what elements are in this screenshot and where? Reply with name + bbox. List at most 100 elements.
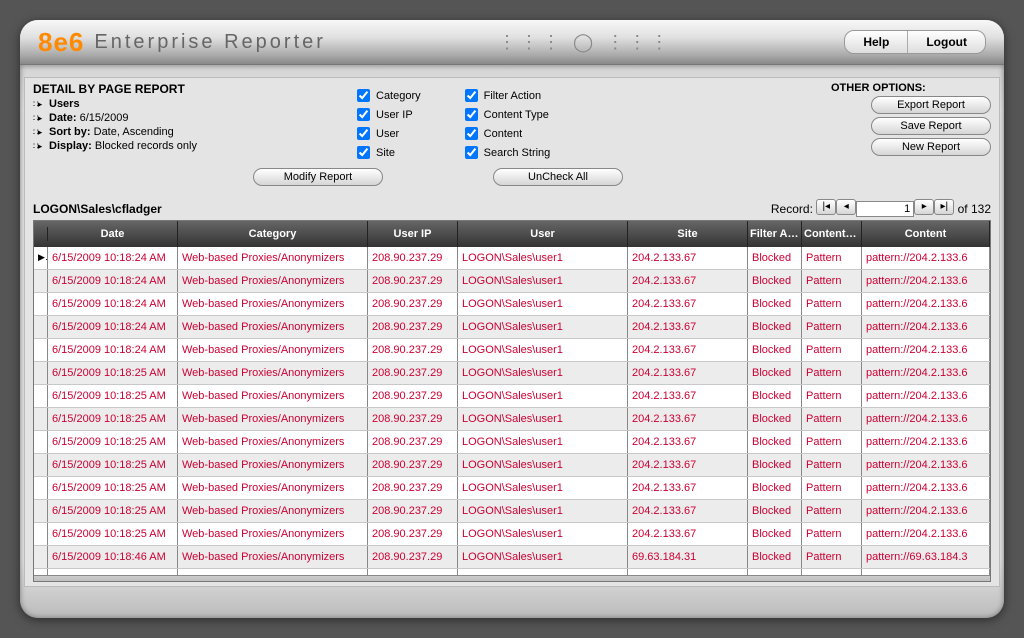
cell-cat: Web-based Proxies/Anonymizers	[178, 247, 368, 269]
logout-button[interactable]: Logout	[907, 31, 985, 53]
cell-date: 6/15/2009 10:18:24 AM	[48, 247, 178, 269]
cell-ct: Pattern	[802, 316, 862, 338]
table-row[interactable]: 6/15/2009 10:18:25 AMWeb-based Proxies/A…	[34, 408, 990, 431]
checkbox-input[interactable]	[465, 89, 478, 102]
cell-content: pattern://204.2.133.6	[862, 523, 990, 545]
cell-site: 204.2.133.67	[628, 293, 748, 315]
checkbox-input[interactable]	[465, 108, 478, 121]
cell-ip: 208.90.237.29	[368, 569, 458, 575]
checkbox-input[interactable]	[465, 127, 478, 140]
col-content-type[interactable]: Content Type	[802, 221, 862, 247]
horizontal-scrollbar[interactable]: ◂ ▸	[34, 575, 990, 582]
table-row[interactable]: ▶6/15/2009 10:18:24 AMWeb-based Proxies/…	[34, 247, 990, 270]
cell-date: 6/15/2009 10:18:25 AM	[48, 523, 178, 545]
checkbox-site[interactable]: Site	[353, 143, 421, 162]
cell-date: 6/15/2009 10:18:25 AM	[48, 408, 178, 430]
table-row[interactable]: 6/15/2009 10:18:24 AMWeb-based Proxies/A…	[34, 270, 990, 293]
checkbox-input[interactable]	[357, 146, 370, 159]
col-user[interactable]: User	[458, 221, 628, 247]
column-checkboxes: CategoryUser IPUserSite Filter ActionCon…	[353, 82, 831, 162]
export-report-button[interactable]: Export Report	[871, 96, 991, 114]
table-row[interactable]: 6/15/2009 10:18:47 AMWeb-based Proxies/A…	[34, 569, 990, 575]
help-button[interactable]: Help	[845, 31, 907, 53]
cell-fa: Blocked	[748, 385, 802, 407]
checkbox-input[interactable]	[357, 89, 370, 102]
cell-date: 6/15/2009 10:18:25 AM	[48, 431, 178, 453]
cell-ptr	[34, 316, 48, 338]
table-row[interactable]: 6/15/2009 10:18:25 AMWeb-based Proxies/A…	[34, 385, 990, 408]
cell-site: 204.2.133.67	[628, 362, 748, 384]
col-date[interactable]: Date	[48, 221, 178, 247]
checkbox-category[interactable]: Category	[353, 86, 421, 105]
uncheck-all-button[interactable]: UnCheck All	[493, 168, 623, 186]
col-content[interactable]: Content	[862, 221, 990, 247]
nav-prev-button[interactable]: ◂	[836, 199, 856, 215]
table-row[interactable]: 6/15/2009 10:18:24 AMWeb-based Proxies/A…	[34, 316, 990, 339]
checkbox-user-ip[interactable]: User IP	[353, 105, 421, 124]
cell-cat: Web-based Proxies/Anonymizers	[178, 316, 368, 338]
cell-site: 204.2.133.67	[628, 500, 748, 522]
record-input[interactable]	[856, 201, 914, 217]
bullet-icon: ∷▸	[33, 127, 49, 138]
cell-site: 204.2.133.67	[628, 477, 748, 499]
cell-date: 6/15/2009 10:18:24 AM	[48, 316, 178, 338]
cell-user: LOGON\Sales\user1	[458, 500, 628, 522]
new-report-button[interactable]: New Report	[871, 138, 991, 156]
table-row[interactable]: 6/15/2009 10:18:24 AMWeb-based Proxies/A…	[34, 293, 990, 316]
brand-logo: 8e6	[38, 27, 84, 58]
cell-date: 6/15/2009 10:18:24 AM	[48, 339, 178, 361]
cell-user: LOGON\Sales\user1	[458, 362, 628, 384]
cell-date: 6/15/2009 10:18:25 AM	[48, 454, 178, 476]
cell-fa: Blocked	[748, 362, 802, 384]
cell-ct: Pattern	[802, 569, 862, 575]
record-total: 132	[971, 202, 991, 216]
table-row[interactable]: 6/15/2009 10:18:25 AMWeb-based Proxies/A…	[34, 500, 990, 523]
checkbox-input[interactable]	[465, 146, 478, 159]
nav-first-button[interactable]: |◂	[816, 199, 836, 215]
table-row[interactable]: 6/15/2009 10:18:46 AMWeb-based Proxies/A…	[34, 546, 990, 569]
cell-ptr	[34, 385, 48, 407]
col-site[interactable]: Site	[628, 221, 748, 247]
users-label: Users	[49, 98, 80, 110]
checkbox-input[interactable]	[357, 108, 370, 121]
col-userip[interactable]: User IP	[368, 221, 458, 247]
cell-site: 204.2.133.67	[628, 339, 748, 361]
display-label: Display:	[49, 140, 92, 152]
modify-report-button[interactable]: Modify Report	[253, 168, 383, 186]
cell-date: 6/15/2009 10:18:46 AM	[48, 546, 178, 568]
grid-body[interactable]: ▶6/15/2009 10:18:24 AMWeb-based Proxies/…	[34, 247, 990, 575]
cell-fa: Blocked	[748, 477, 802, 499]
col-category[interactable]: Category	[178, 221, 368, 247]
cell-date: 6/15/2009 10:18:25 AM	[48, 500, 178, 522]
table-row[interactable]: 6/15/2009 10:18:25 AMWeb-based Proxies/A…	[34, 454, 990, 477]
cell-user: LOGON\Sales\user1	[458, 454, 628, 476]
cell-cat: Web-based Proxies/Anonymizers	[178, 569, 368, 575]
checkbox-content-type[interactable]: Content Type	[461, 105, 551, 124]
nav-next-button[interactable]: ▸	[914, 199, 934, 215]
table-row[interactable]: 6/15/2009 10:18:25 AMWeb-based Proxies/A…	[34, 477, 990, 500]
cell-ct: Pattern	[802, 408, 862, 430]
sort-value: Date, Ascending	[94, 126, 174, 138]
checkbox-user[interactable]: User	[353, 124, 421, 143]
scroll-left-icon[interactable]: ◂	[34, 578, 48, 583]
scroll-right-icon[interactable]: ▸	[976, 578, 990, 583]
logon-path: LOGON\Sales\cfladger	[33, 202, 162, 216]
table-row[interactable]: 6/15/2009 10:18:25 AMWeb-based Proxies/A…	[34, 431, 990, 454]
cell-ct: Pattern	[802, 339, 862, 361]
nav-last-button[interactable]: ▸|	[934, 199, 954, 215]
checkbox-input[interactable]	[357, 127, 370, 140]
cell-cat: Web-based Proxies/Anonymizers	[178, 477, 368, 499]
checkbox-filter-action[interactable]: Filter Action	[461, 86, 551, 105]
table-row[interactable]: 6/15/2009 10:18:24 AMWeb-based Proxies/A…	[34, 339, 990, 362]
save-report-button[interactable]: Save Report	[871, 117, 991, 135]
checkbox-search-string[interactable]: Search String	[461, 143, 551, 162]
cell-ptr	[34, 339, 48, 361]
col-filter-action[interactable]: Filter Action	[748, 221, 802, 247]
cell-cat: Web-based Proxies/Anonymizers	[178, 454, 368, 476]
checkbox-content[interactable]: Content	[461, 124, 551, 143]
table-row[interactable]: 6/15/2009 10:18:25 AMWeb-based Proxies/A…	[34, 523, 990, 546]
table-row[interactable]: 6/15/2009 10:18:25 AMWeb-based Proxies/A…	[34, 362, 990, 385]
cell-site: 69.63.184.31	[628, 546, 748, 568]
cell-content: pattern://204.2.133.6	[862, 362, 990, 384]
cell-ct: Pattern	[802, 500, 862, 522]
